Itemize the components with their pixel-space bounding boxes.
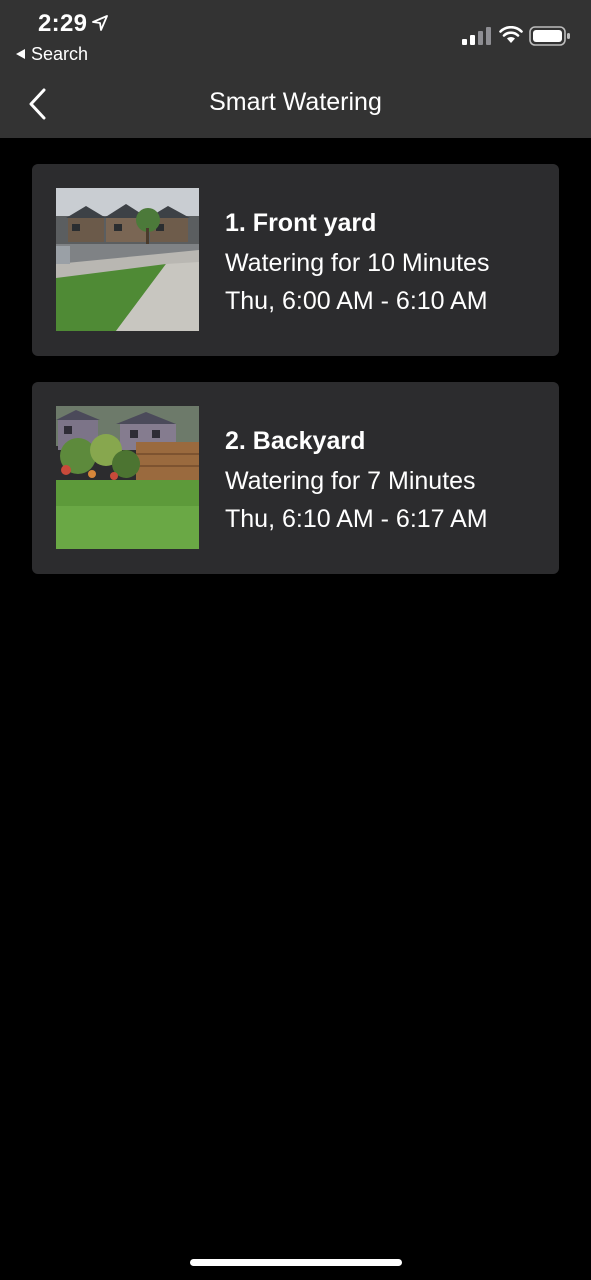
zone-info: 1. Front yard Watering for 10 Minutes Th… <box>225 208 489 320</box>
zone-schedule: Thu, 6:10 AM - 6:17 AM <box>225 505 488 533</box>
battery-icon <box>529 26 570 46</box>
zone-title: 2. Backyard <box>225 427 366 455</box>
location-arrow-icon <box>92 15 108 31</box>
home-indicator[interactable] <box>190 1259 402 1266</box>
back-to-app-link[interactable]: Search <box>16 43 88 65</box>
back-app-label: Search <box>31 43 89 64</box>
wifi-icon <box>499 26 523 43</box>
zone-card-front-yard[interactable]: 1. Front yard Watering for 10 Minutes Th… <box>32 164 559 356</box>
header-bar: 2:29 Search Smart Watering <box>0 0 591 138</box>
front-yard-photo <box>56 188 199 331</box>
zone-duration: Watering for 7 Minutes <box>225 467 476 495</box>
back-triangle-icon <box>16 49 25 59</box>
zone-schedule: Thu, 6:00 AM - 6:10 AM <box>225 287 488 315</box>
zone-duration: Watering for 10 Minutes <box>225 249 490 277</box>
cellular-signal-icon <box>462 27 491 45</box>
zone-info: 2. Backyard Watering for 7 Minutes Thu, … <box>225 426 488 538</box>
zone-card-backyard[interactable]: 2. Backyard Watering for 7 Minutes Thu, … <box>32 382 559 574</box>
backyard-photo <box>56 406 199 549</box>
zone-title: 1. Front yard <box>225 209 377 237</box>
status-time: 2:29 <box>38 10 88 37</box>
page-title: Smart Watering <box>209 88 382 116</box>
